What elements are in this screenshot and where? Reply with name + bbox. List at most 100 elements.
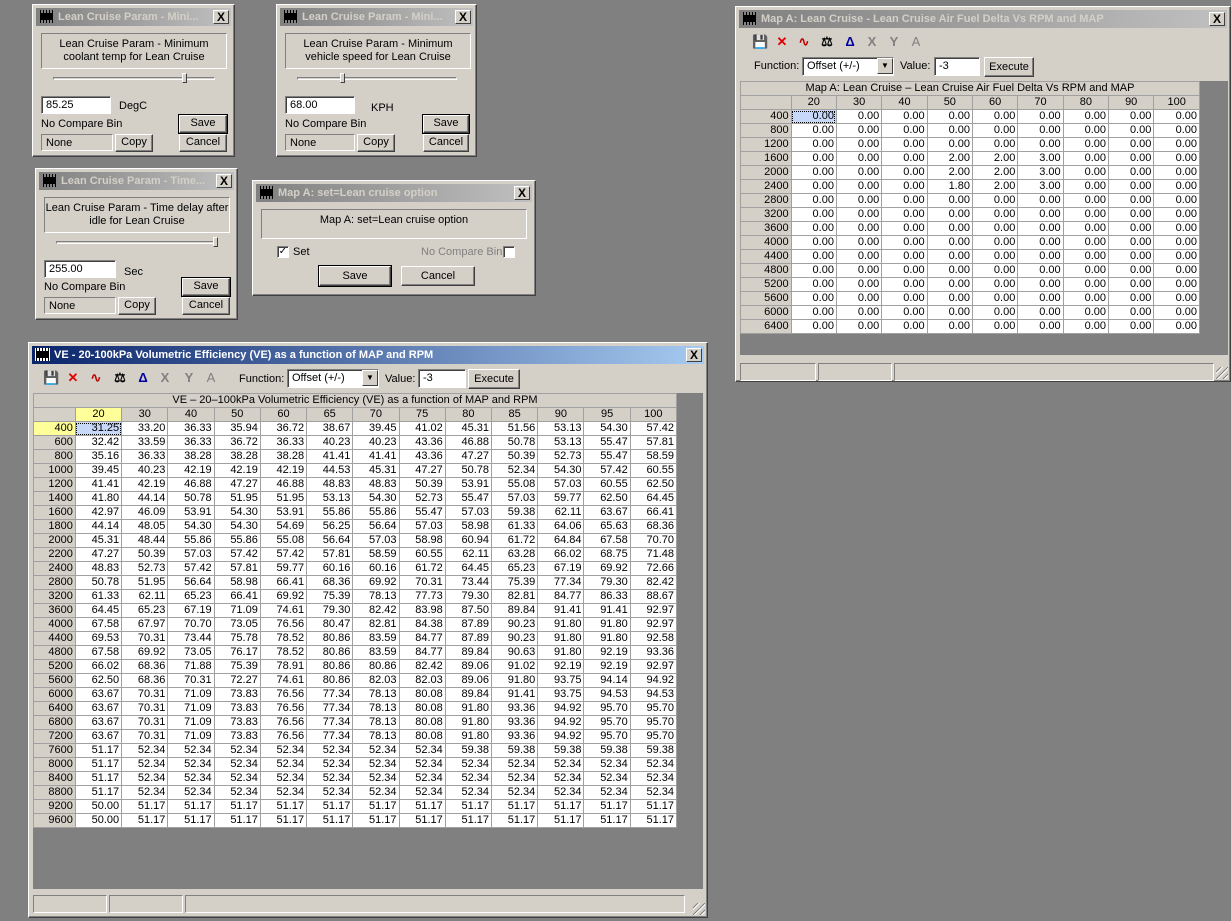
table-cell[interactable]: 67.58	[74, 645, 123, 660]
table-cell[interactable]: 77.73	[398, 589, 446, 604]
table-cell[interactable]: 65.23	[121, 603, 169, 618]
table-cell[interactable]: 56.25	[306, 519, 354, 534]
table-cell[interactable]: 0.00	[1062, 221, 1110, 236]
table-cell[interactable]: 42.19	[167, 463, 215, 478]
table-cell[interactable]: 78.91	[259, 659, 308, 674]
table-cell[interactable]: 76.56	[259, 715, 308, 730]
table-cell[interactable]: 58.98	[444, 519, 493, 534]
copy-button[interactable]: Copy	[118, 297, 156, 315]
table-cell[interactable]: 69.92	[352, 575, 400, 590]
table-cell[interactable]: 0.00	[1108, 165, 1155, 180]
table-cell[interactable]: 36.33	[167, 435, 215, 450]
row-header[interactable]: 9200	[33, 799, 76, 814]
table-cell[interactable]: 60.55	[629, 463, 678, 478]
table-cell[interactable]: 82.81	[352, 617, 400, 632]
table-cell[interactable]: 84.77	[537, 589, 585, 604]
table-cell[interactable]: 0.00	[881, 319, 928, 334]
table-cell[interactable]: 75.39	[491, 575, 539, 590]
table-cell[interactable]: 65.63	[583, 519, 631, 534]
table-cell[interactable]: 62.11	[121, 589, 169, 604]
title-bar[interactable]: Map A: Lean Cruise - Lean Cruise Air Fue…	[739, 10, 1227, 28]
table-cell[interactable]: 0.00	[1062, 235, 1110, 250]
table-cell[interactable]: 52.34	[352, 757, 400, 772]
table-cell[interactable]: 89.84	[444, 645, 493, 660]
row-header[interactable]: 6400	[33, 701, 76, 716]
font-a-icon[interactable]: A	[908, 34, 924, 50]
row-header[interactable]: 4800	[740, 263, 792, 278]
table-cell[interactable]: 80.08	[398, 715, 446, 730]
row-header[interactable]: 400	[33, 421, 76, 436]
table-cell[interactable]: 51.17	[121, 813, 169, 828]
close-button[interactable]: X	[1209, 12, 1225, 26]
table-cell[interactable]: 57.03	[352, 533, 400, 548]
row-header[interactable]: 6000	[33, 687, 76, 702]
table-cell[interactable]: 52.34	[352, 785, 400, 800]
table-cell[interactable]: 63.67	[74, 701, 123, 716]
table-cell[interactable]: 91.41	[583, 603, 631, 618]
table-cell[interactable]: 50.00	[74, 799, 123, 814]
table-cell[interactable]: 77.34	[306, 729, 354, 744]
value-input[interactable]: 85.25	[41, 96, 111, 114]
close-button[interactable]: X	[686, 348, 702, 362]
table-cell[interactable]: 52.34	[444, 757, 493, 772]
table-cell[interactable]: 71.09	[167, 701, 215, 716]
row-header[interactable]: 400	[740, 109, 792, 124]
value-slider-track[interactable]	[56, 241, 218, 244]
table-cell[interactable]: 52.34	[121, 771, 169, 786]
table-cell[interactable]: 78.13	[352, 729, 400, 744]
table-cell[interactable]: 51.17	[167, 813, 215, 828]
table-cell[interactable]: 80.08	[398, 729, 446, 744]
column-header[interactable]: 40	[881, 95, 928, 110]
table-cell[interactable]: 0.00	[926, 249, 973, 264]
table-cell[interactable]: 90.23	[491, 617, 539, 632]
table-cell[interactable]: 63.67	[74, 729, 123, 744]
table-cell[interactable]: 63.67	[583, 505, 631, 520]
table-cell[interactable]: 51.17	[213, 813, 261, 828]
table-cell[interactable]: 0.00	[835, 277, 883, 292]
table-cell[interactable]: 76.56	[259, 729, 308, 744]
table-cell[interactable]: 92.97	[629, 659, 678, 674]
column-header[interactable]: 30	[121, 407, 169, 422]
table-cell[interactable]: 52.34	[444, 771, 493, 786]
column-header[interactable]: 85	[491, 407, 539, 422]
table-cell[interactable]: 0.00	[881, 277, 928, 292]
table-cell[interactable]: 55.86	[352, 505, 400, 520]
table-cell[interactable]: 0.00	[926, 193, 973, 208]
table-cell[interactable]: 0.00	[1108, 319, 1155, 334]
row-header[interactable]: 2200	[33, 547, 76, 562]
table-cell[interactable]: 55.47	[444, 491, 493, 506]
cut-x-icon[interactable]: X	[864, 34, 880, 50]
table-cell[interactable]: 68.36	[306, 575, 354, 590]
table-cell[interactable]: 0.00	[971, 263, 1019, 278]
graph-icon[interactable]: ∿	[88, 370, 104, 386]
table-cell[interactable]: 38.28	[213, 449, 261, 464]
table-cell[interactable]: 0.00	[926, 263, 973, 278]
table-cell[interactable]: 94.53	[629, 687, 678, 702]
table-cell[interactable]: 50.39	[398, 477, 446, 492]
table-cell[interactable]: 0.00	[1153, 123, 1200, 138]
table-cell[interactable]: 35.16	[74, 449, 123, 464]
row-header[interactable]: 7200	[33, 729, 76, 744]
column-header[interactable]: 40	[167, 407, 215, 422]
table-cell[interactable]: 60.55	[398, 547, 446, 562]
table-cell[interactable]: 52.34	[167, 771, 215, 786]
title-bar[interactable]: Map A: set=Lean cruise option X	[256, 184, 532, 202]
table-cell[interactable]: 0.00	[1062, 263, 1110, 278]
table-cell[interactable]: 51.17	[583, 799, 631, 814]
table-cell[interactable]: 89.06	[444, 673, 493, 688]
table-cell[interactable]: 89.84	[491, 603, 539, 618]
column-header[interactable]: 30	[835, 95, 883, 110]
table-cell[interactable]: 58.98	[213, 575, 261, 590]
table-cell[interactable]: 51.17	[74, 771, 123, 786]
table-cell[interactable]: 62.11	[537, 505, 585, 520]
save-icon[interactable]: 💾	[43, 370, 59, 386]
row-header[interactable]: 6800	[33, 715, 76, 730]
table-cell[interactable]: 91.80	[444, 715, 493, 730]
table-cell[interactable]: 84.77	[398, 645, 446, 660]
table-cell[interactable]: 95.70	[629, 701, 678, 716]
table-cell[interactable]: 46.88	[444, 435, 493, 450]
table-cell[interactable]: 94.92	[537, 729, 585, 744]
table-cell[interactable]: 0.00	[971, 249, 1019, 264]
table-cell[interactable]: 55.47	[583, 449, 631, 464]
row-header[interactable]: 3200	[740, 207, 792, 222]
